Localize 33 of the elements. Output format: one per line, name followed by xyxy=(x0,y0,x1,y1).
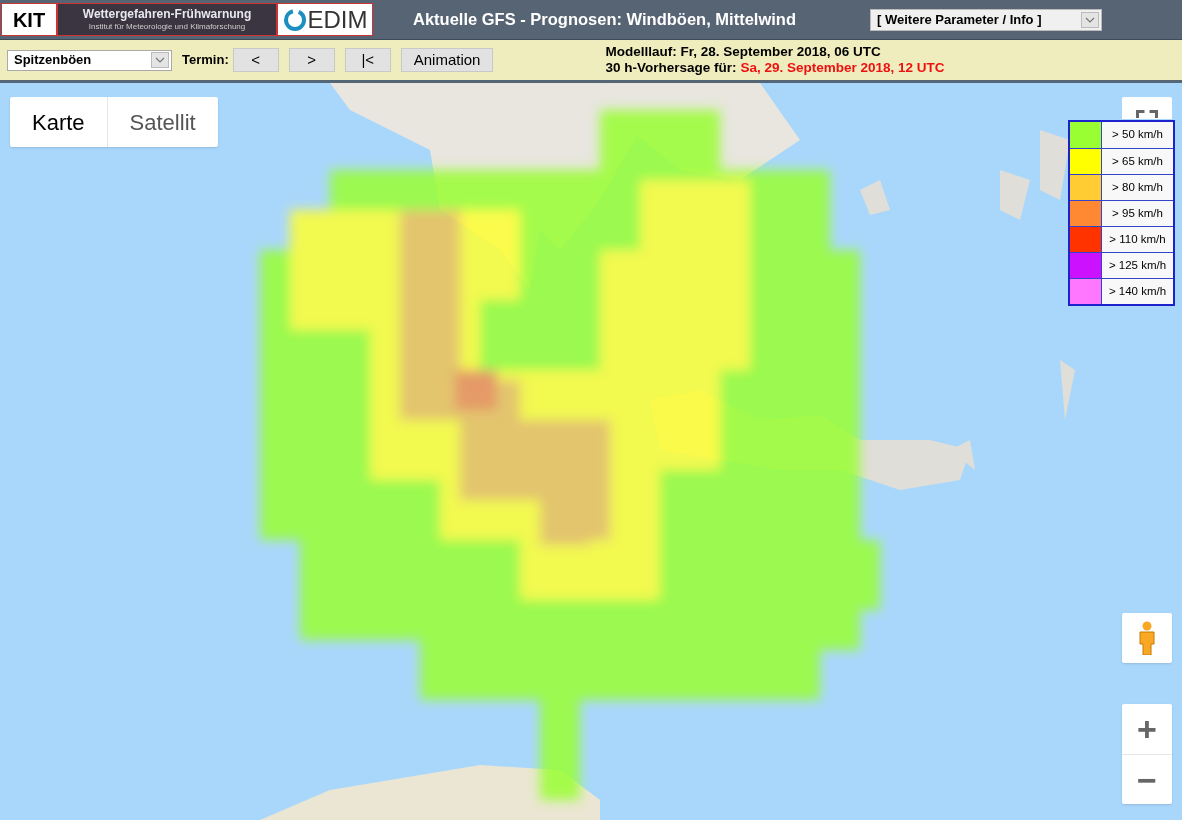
legend-label: > 65 km/h xyxy=(1111,153,1164,169)
legend-label: > 110 km/h xyxy=(1108,231,1167,247)
legend-label: > 50 km/h xyxy=(1111,127,1164,143)
page-title: Aktuelle GFS - Prognosen: Windböen, Mittelwind xyxy=(413,9,796,31)
person-icon xyxy=(1137,621,1157,655)
zoom-out-button[interactable]: − xyxy=(1122,754,1172,804)
map-type-tab[interactable]: Satellit xyxy=(106,97,218,147)
chevron-icon xyxy=(151,52,169,68)
banner-subtitle: Institut für Meteorologie und Klimaforschung xyxy=(88,22,246,32)
parameter-select[interactable]: Spitzenböen xyxy=(7,49,172,71)
parameter-dropdown[interactable]: [ Weitere Parameter / Info ] xyxy=(870,8,1102,31)
legend-label: > 125 km/h xyxy=(1107,257,1168,273)
ring-icon xyxy=(282,7,307,32)
chevron-icon xyxy=(1081,11,1099,28)
map-type-tab[interactable]: Karte xyxy=(10,97,107,147)
termin-label: Termin: xyxy=(182,51,229,70)
fullscreen-button[interactable] xyxy=(1122,97,1172,119)
logo-text: EDIM xyxy=(307,7,368,32)
street-view-button[interactable] xyxy=(1122,613,1172,663)
model-run-text: Modelllauf: Fr, 28. September 2018, 06 UTC xyxy=(605,44,882,60)
forecast-label: 30 h-Vorhersage für: xyxy=(605,60,737,76)
legend-label: > 80 km/h xyxy=(1111,179,1164,195)
termin-button[interactable]: |< xyxy=(344,48,391,72)
banner-title: Wettergefahren-Frühwarnung xyxy=(82,7,252,22)
termin-button[interactable]: > xyxy=(288,48,335,72)
legend-label: > 140 km/h xyxy=(1107,283,1168,299)
termin-button[interactable]: Animation xyxy=(400,48,494,72)
forecast-time: Sa, 29. September 2018, 12 UTC xyxy=(740,60,945,76)
legend-label: > 95 km/h xyxy=(1111,205,1164,221)
logo-text: KIT xyxy=(12,9,46,30)
zoom-in-button[interactable]: + xyxy=(1122,704,1172,754)
termin-button[interactable]: < xyxy=(232,48,279,72)
fullscreen-icon xyxy=(1136,110,1158,118)
